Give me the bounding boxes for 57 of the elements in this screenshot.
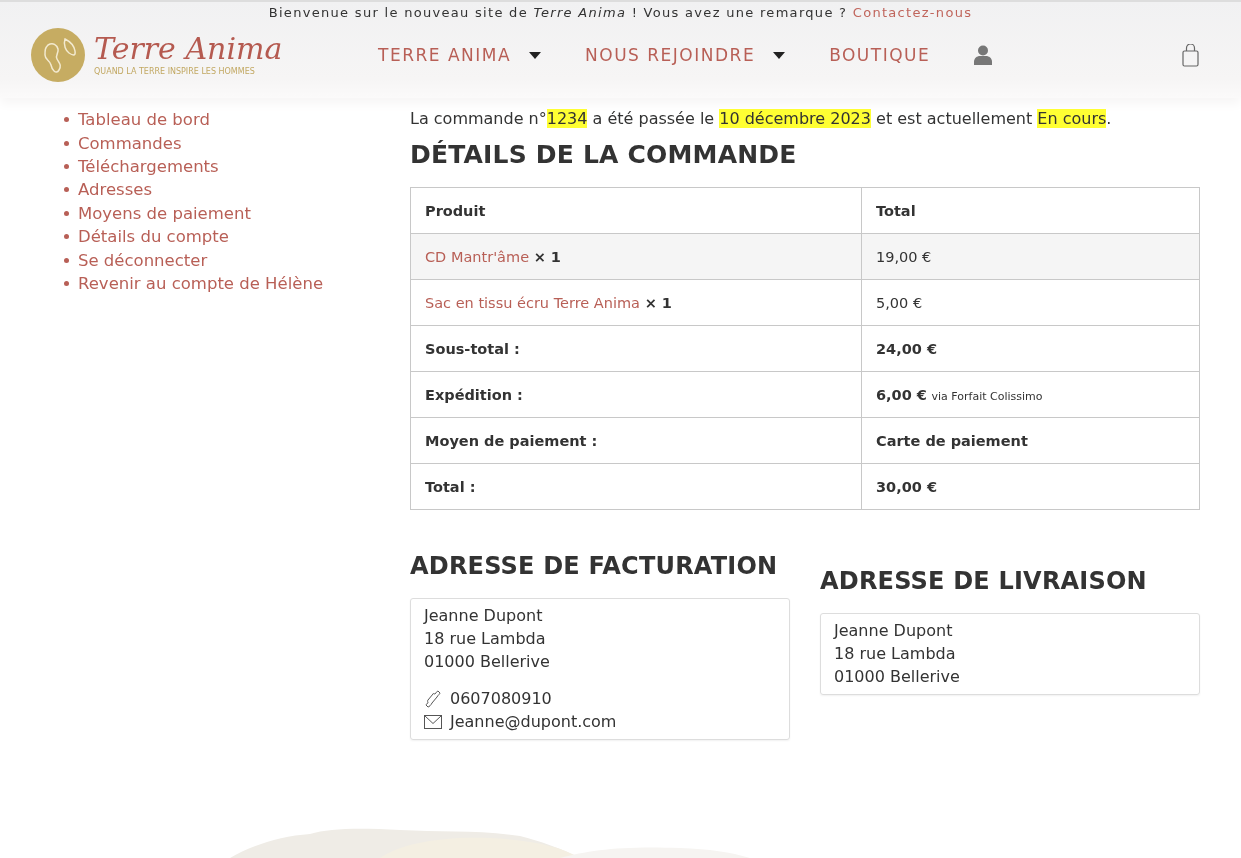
contact-link[interactable]: Contactez-nous xyxy=(852,5,973,20)
nav-menu-item[interactable]: NOUS REJOINDRE xyxy=(585,45,786,65)
table-cell: Carte de paiement xyxy=(861,417,1200,464)
account-menu-link[interactable]: Tableau de bord xyxy=(78,110,210,130)
section-heading: DÉTAILS DE LA COMMANDE xyxy=(410,140,798,169)
product-link[interactable]: Sac en tissu écru Terre Anima xyxy=(425,294,640,311)
account-menu-link[interactable]: Revenir au compte de Hélène xyxy=(78,273,324,293)
bullet-icon xyxy=(64,210,69,216)
address-line: 18 rue Lambda xyxy=(834,643,957,665)
address-line: 01000 Bellerive xyxy=(834,666,961,688)
caret-icon xyxy=(773,51,786,59)
shopping-bag-icon[interactable] xyxy=(1182,43,1199,67)
section-heading: ADRESSE DE FACTURATION xyxy=(410,552,779,580)
bullet-icon xyxy=(64,140,69,146)
phone-number: 0607080910 xyxy=(450,688,552,710)
phone-icon xyxy=(424,689,442,708)
table-cell: 24,00 € xyxy=(861,325,1200,372)
address-line: Jeanne Dupont xyxy=(834,620,954,642)
table-cell: 5,00 € xyxy=(861,279,1200,326)
table-cell: Expédition : xyxy=(410,371,862,418)
bullet-icon xyxy=(64,187,69,193)
table-cell: 6,00 € via Forfait Colissimo xyxy=(861,371,1200,418)
bullet-icon xyxy=(64,117,69,123)
account-menu-link[interactable]: Détails du compte xyxy=(78,227,229,247)
address-line: 01000 Bellerive xyxy=(424,651,551,673)
table-cell: Moyen de paiement : xyxy=(410,417,862,464)
email-address: Jeanne@dupont.com xyxy=(450,711,617,733)
bullet-icon xyxy=(64,257,69,263)
column-header: Produit xyxy=(410,187,862,234)
table-cell: Sous-total : xyxy=(410,325,862,372)
bullet-icon xyxy=(64,163,69,169)
account-menu-link[interactable]: Moyens de paiement xyxy=(78,203,251,223)
quantity-text: × 1 xyxy=(644,294,672,311)
envelope-icon xyxy=(424,714,442,729)
account-menu-link[interactable]: Téléchargements xyxy=(78,156,219,176)
product-link[interactable]: CD Mantr'âme xyxy=(425,248,530,265)
nav-menu-item[interactable]: BOUTIQUE xyxy=(829,45,931,65)
section-heading: ADRESSE DE LIVRAISON xyxy=(820,567,1148,595)
welcome-text: Bienvenue sur le nouveau site de Terre Anima ! Vous avez une remarque ? Contactez-nous xyxy=(267,4,974,20)
logo-wordmark: Terre Anima xyxy=(94,34,283,64)
table-cell: Total : xyxy=(410,463,862,510)
account-menu-link[interactable]: Commandes xyxy=(78,133,182,153)
table-cell: 19,00 € xyxy=(861,233,1200,280)
caret-icon xyxy=(529,51,542,59)
account-menu-link[interactable]: Adresses xyxy=(78,180,152,200)
bullet-icon xyxy=(64,234,69,240)
account-menu-link[interactable]: Se déconnecter xyxy=(78,250,208,270)
address-line: Jeanne Dupont xyxy=(424,605,544,627)
quantity-text: × 1 xyxy=(533,248,561,265)
address-line: 18 rue Lambda xyxy=(424,628,547,650)
order-status-text: La commande n°1234 a été passée le 10 décembre 2023 et est actuellement En cours. xyxy=(410,108,1113,130)
bullet-icon xyxy=(64,280,69,286)
user-icon[interactable] xyxy=(974,45,993,65)
logo-tagline: QUAND LA TERRE INSPIRE LES HOMMES xyxy=(94,67,256,76)
table-cell: 30,00 € xyxy=(861,463,1200,510)
column-header: Total xyxy=(861,187,1200,234)
nav-menu-item[interactable]: TERRE ANIMA xyxy=(378,45,542,65)
